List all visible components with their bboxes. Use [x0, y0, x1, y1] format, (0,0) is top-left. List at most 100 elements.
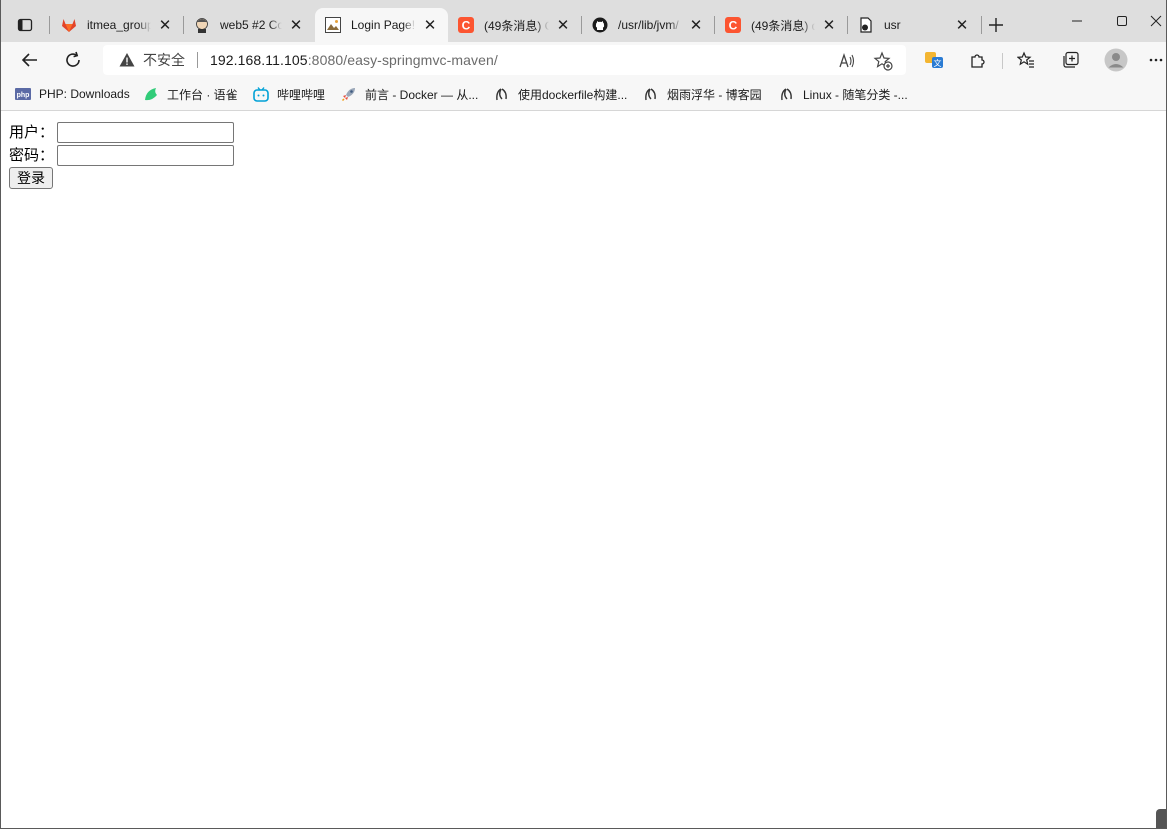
- navigation-toolbar: 不安全 192.168.11.105:8080/easy-springmvc-m…: [1, 42, 1166, 78]
- address-bar[interactable]: 不安全 192.168.11.105:8080/easy-springmvc-m…: [103, 45, 906, 75]
- cnblogs-icon: [779, 86, 795, 102]
- browser-window: itmea_group ✕ web5 #2 Cor ✕ Login Page! …: [0, 0, 1167, 829]
- svg-text:文: 文: [934, 58, 942, 68]
- tab-close-icon[interactable]: ✕: [288, 17, 304, 33]
- svg-text:C: C: [462, 19, 471, 33]
- password-row: 密码：: [9, 144, 234, 166]
- file-icon: [858, 17, 874, 33]
- back-button[interactable]: [15, 45, 45, 75]
- tab-close-icon[interactable]: ✕: [688, 17, 704, 33]
- bookmark-label: 使用dockerfile构建...: [518, 87, 628, 102]
- bookmark-label: 烟雨浮华 - 博客园: [667, 87, 762, 102]
- bookmark-label: Linux - 随笔分类 -...: [803, 87, 908, 102]
- more-menu-button[interactable]: [1146, 45, 1166, 75]
- bookmark-cnblogs-yanyu[interactable]: 烟雨浮华 - 博客园: [643, 84, 762, 104]
- bookmarks-bar: php PHP: Downloads 工作台 · 语雀 哔哩哔哩 前言 - Do…: [1, 78, 1166, 111]
- minimize-icon: [1072, 20, 1082, 22]
- bookmark-dockerfile[interactable]: 使用dockerfile构建...: [494, 84, 627, 104]
- svg-text:php: php: [17, 92, 30, 99]
- warning-icon[interactable]: [119, 52, 135, 68]
- tab-title: (49条消息) C: [484, 18, 549, 33]
- tab-gitlab[interactable]: itmea_group ✕: [51, 8, 183, 42]
- tab-title: (49条消息) d: [751, 18, 815, 33]
- maximize-button[interactable]: [1098, 0, 1146, 42]
- bookmark-label: 工作台 · 语雀: [167, 87, 238, 102]
- php-icon: php: [15, 86, 31, 102]
- tab-usr[interactable]: usr ✕: [848, 8, 980, 42]
- tab-actions-button[interactable]: [9, 11, 41, 39]
- more-icon: [1149, 58, 1163, 62]
- favorites-button[interactable]: [1011, 45, 1041, 75]
- tab-title: /usr/lib/jvm/: [618, 18, 679, 32]
- close-icon: [1150, 15, 1162, 27]
- bookmark-bilibili[interactable]: 哔哩哔哩: [253, 84, 325, 104]
- tab-close-icon[interactable]: ✕: [422, 17, 438, 33]
- jenkins-icon: [194, 17, 210, 33]
- csdn-icon: C: [725, 17, 741, 33]
- tab-close-icon[interactable]: ✕: [555, 17, 571, 33]
- extensions-button[interactable]: [963, 45, 993, 75]
- tab-title: usr: [884, 18, 901, 32]
- favorites-icon: [1017, 51, 1034, 68]
- collections-icon: [1063, 51, 1079, 68]
- url-text[interactable]: 192.168.11.105:8080/easy-springmvc-maven…: [210, 52, 498, 68]
- address-divider: [197, 52, 198, 68]
- tab-actions-icon: [17, 18, 33, 32]
- tab-github[interactable]: /usr/lib/jvm/ ✕: [582, 8, 714, 42]
- tab-title: Login Page!: [351, 18, 416, 32]
- csdn-icon: C: [458, 17, 474, 33]
- minimize-button[interactable]: [1053, 0, 1101, 42]
- cnblogs-icon: [643, 86, 659, 102]
- bookmark-label: PHP: Downloads: [39, 87, 130, 101]
- gitlab-icon: [61, 17, 77, 33]
- new-tab-button[interactable]: [984, 13, 1008, 37]
- tab-close-icon[interactable]: ✕: [821, 17, 837, 33]
- url-host: 192.168.11.105: [210, 52, 308, 68]
- bookmark-yuque[interactable]: 工作台 · 语雀: [143, 84, 238, 104]
- tab-title: web5 #2 Cor: [220, 18, 282, 32]
- tab-separator: [49, 16, 50, 34]
- username-label: 用户：: [9, 123, 55, 141]
- tab-close-icon[interactable]: ✕: [157, 17, 173, 33]
- tab-jenkins[interactable]: web5 #2 Cor ✕: [184, 8, 314, 42]
- avatar-icon: [1104, 48, 1128, 72]
- broken-image-icon: [325, 17, 341, 33]
- close-window-button[interactable]: [1144, 0, 1166, 42]
- tab-separator: [981, 16, 982, 34]
- arrow-left-icon: [21, 53, 37, 67]
- rocket-icon: [341, 86, 357, 102]
- scrollbar-corner: [1156, 809, 1166, 828]
- svg-text:C: C: [729, 19, 738, 33]
- puzzle-icon: [971, 54, 985, 68]
- login-button[interactable]: 登录: [9, 167, 53, 189]
- bookmark-php-downloads[interactable]: php PHP: Downloads: [15, 84, 130, 104]
- tab-strip: itmea_group ✕ web5 #2 Cor ✕ Login Page! …: [1, 0, 1166, 42]
- profile-button[interactable]: [1101, 45, 1131, 75]
- bookmark-label: 前言 - Docker — 从...: [365, 87, 479, 102]
- url-path: :8080/easy-springmvc-maven/: [307, 52, 498, 68]
- insecure-label[interactable]: 不安全: [143, 50, 185, 70]
- cnblogs-icon: [494, 86, 510, 102]
- tab-csdn-2[interactable]: C (49条消息) d ✕: [715, 8, 847, 42]
- refresh-icon: [66, 51, 80, 67]
- bookmark-docker[interactable]: 前言 - Docker — 从...: [341, 84, 478, 104]
- bookmark-linux[interactable]: Linux - 随笔分类 -...: [779, 84, 908, 104]
- yuque-icon: [143, 86, 159, 102]
- tab-close-icon[interactable]: ✕: [954, 17, 970, 33]
- username-input[interactable]: [57, 121, 234, 143]
- add-favorite-icon[interactable]: [873, 51, 893, 71]
- password-label: 密码：: [9, 146, 55, 164]
- bilibili-icon: [253, 86, 269, 102]
- password-input[interactable]: [57, 144, 234, 166]
- bookmark-label: 哔哩哔哩: [277, 87, 326, 102]
- tab-csdn-1[interactable]: C (49条消息) C ✕: [448, 8, 581, 42]
- tab-login-page[interactable]: Login Page! ✕: [315, 8, 448, 42]
- github-icon: [592, 17, 608, 33]
- translate-button[interactable]: 文: [919, 45, 949, 75]
- maximize-icon: [1117, 16, 1127, 26]
- refresh-button[interactable]: [58, 45, 88, 75]
- read-aloud-icon[interactable]: [837, 51, 857, 71]
- collections-button[interactable]: [1056, 45, 1086, 75]
- tab-title: itmea_group: [87, 18, 151, 32]
- translate-icon: 文: [925, 52, 943, 68]
